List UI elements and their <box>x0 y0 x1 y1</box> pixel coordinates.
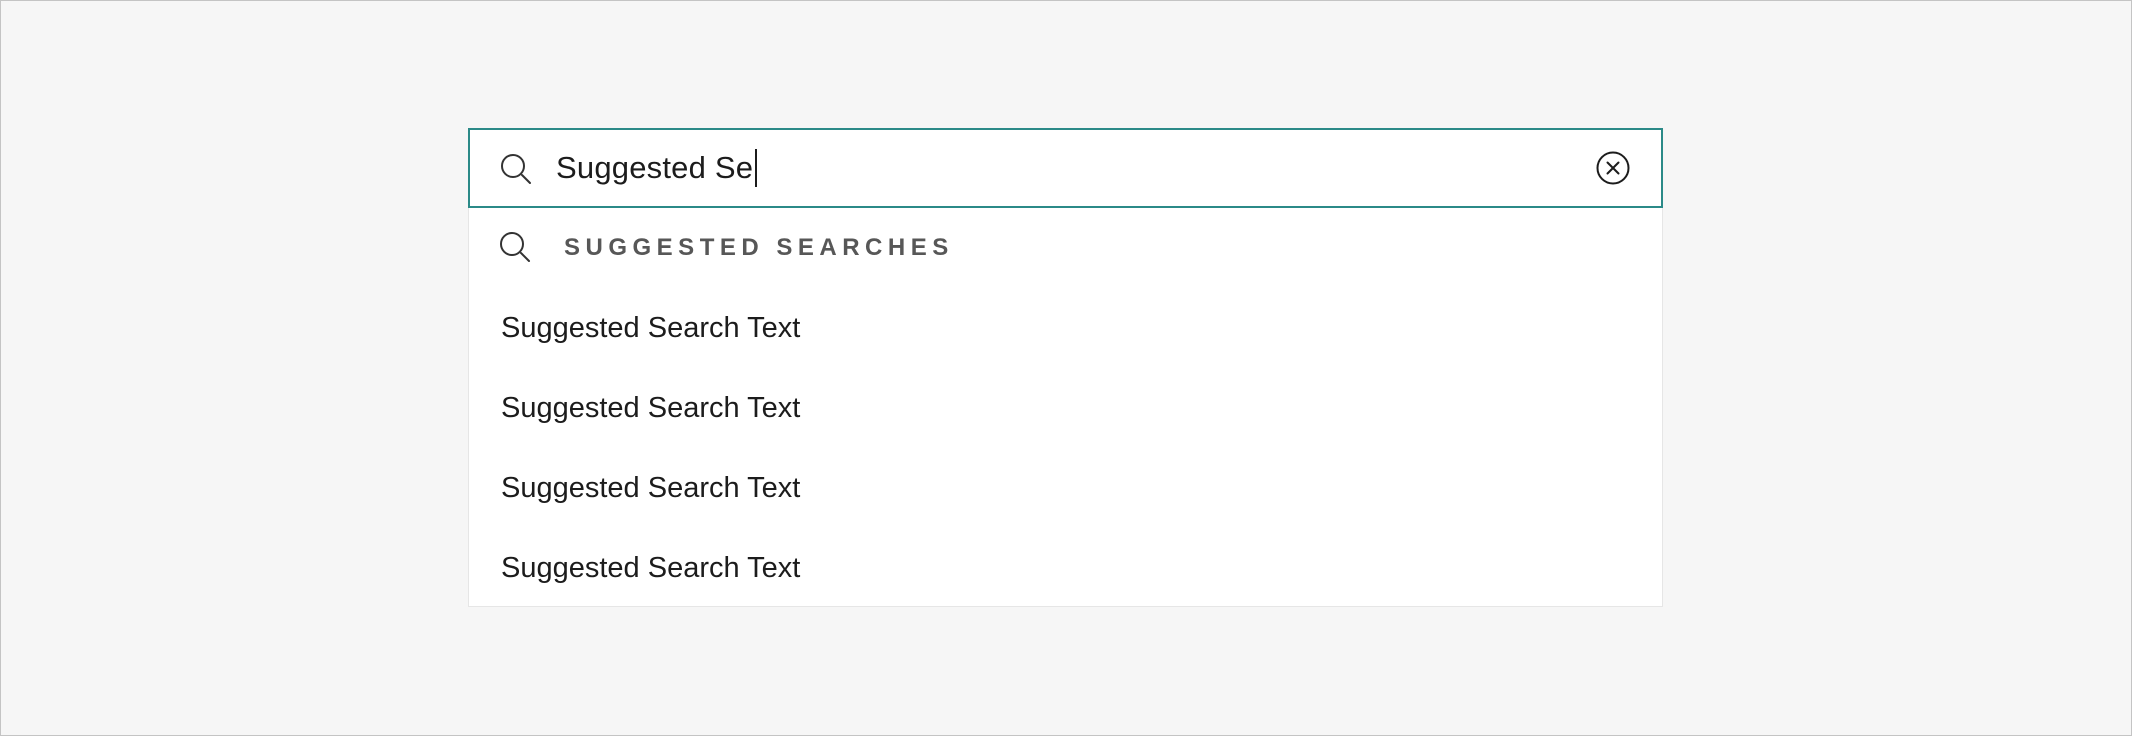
suggestion-list: Suggested Search Text Suggested Search T… <box>469 288 1662 608</box>
suggestions-header-label: SUGGESTED SEARCHES <box>564 234 954 261</box>
search-icon <box>500 153 534 187</box>
search-input[interactable]: Suggested Se <box>556 130 758 206</box>
search-input-value: Suggested Se <box>556 150 754 185</box>
search-combobox: Suggested Se SUGGESTED SEARCHES Suggeste… <box>468 128 1663 607</box>
suggestion-item[interactable]: Suggested Search Text <box>469 448 1662 528</box>
suggestions-header: SUGGESTED SEARCHES <box>469 208 1662 288</box>
close-circle-icon <box>1596 151 1630 185</box>
suggestion-item[interactable]: Suggested Search Text <box>469 288 1662 368</box>
clear-search-button[interactable] <box>1595 150 1631 186</box>
search-field[interactable]: Suggested Se <box>468 128 1663 208</box>
suggestion-item[interactable]: Suggested Search Text <box>469 368 1662 448</box>
suggestion-item[interactable]: Suggested Search Text <box>469 528 1662 608</box>
search-icon <box>499 231 533 265</box>
text-caret <box>755 149 758 187</box>
suggestions-dropdown: SUGGESTED SEARCHES Suggested Search Text… <box>468 208 1663 607</box>
